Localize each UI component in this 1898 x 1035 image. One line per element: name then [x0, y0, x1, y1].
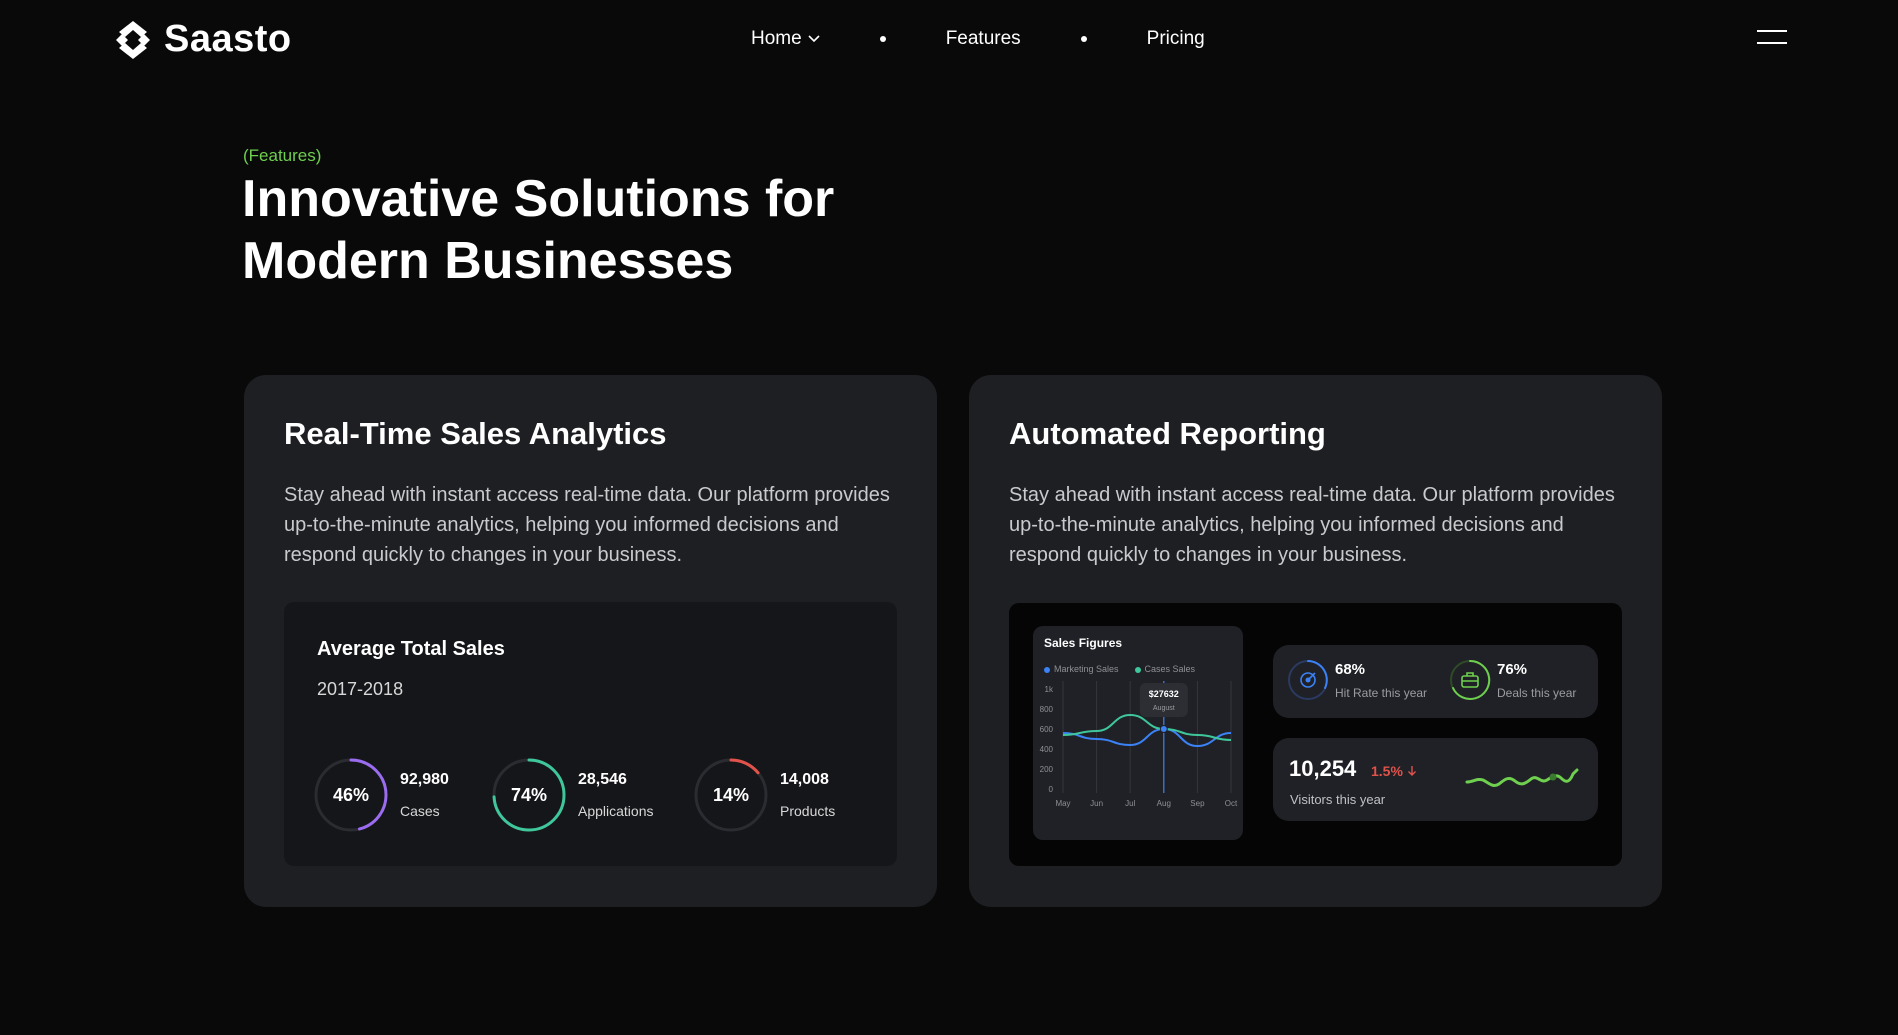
visitors-sparkline: [1465, 768, 1579, 787]
card-title: Automated Reporting: [1009, 416, 1326, 451]
x-tick-label: Aug: [1157, 799, 1171, 808]
y-tick-label: 800: [1040, 705, 1054, 714]
card-title: Real-Time Sales Analytics: [284, 416, 667, 451]
nav-pricing[interactable]: Pricing: [1147, 28, 1205, 50]
visitors-change-value: 1.5%: [1371, 763, 1403, 779]
kpi-panel: 68% Hit Rate this year 76% Deals this ye…: [1273, 645, 1598, 718]
brand-name: Saasto: [164, 18, 292, 60]
x-tick-label: Jul: [1125, 799, 1135, 808]
arrow-down-icon: [1407, 766, 1416, 776]
feature-card-automated-reporting: Automated Reporting Stay ahead with inst…: [969, 375, 1662, 907]
x-tick-label: May: [1055, 799, 1070, 808]
nav-pricing-label: Pricing: [1146, 28, 1205, 49]
y-tick-label: 600: [1040, 725, 1054, 734]
line-chart-svg: May Jun Jul Aug Sep Oct 1k 800 600 400 200 0 $27632 A…: [1040, 681, 1238, 808]
y-tick-label: 0: [1049, 785, 1054, 794]
tooltip-value: $27632: [1149, 689, 1179, 699]
chevron-down-icon: [808, 35, 820, 43]
nav-home[interactable]: Home: [751, 28, 820, 50]
visitors-panel: 10,254 1.5% Visitors this year: [1273, 738, 1598, 821]
stat-applications: 74% 28,546 Applications: [492, 758, 654, 832]
y-tick-label: 400: [1040, 745, 1054, 754]
stat-value: 28,546: [578, 771, 627, 788]
kpi-value: 68%: [1335, 660, 1366, 678]
hamburger-menu-icon[interactable]: [1757, 30, 1787, 50]
visitors-change: 1.5%: [1371, 763, 1417, 779]
visitors-value: 10,254: [1289, 756, 1357, 781]
ring-percent: 74%: [510, 784, 548, 805]
y-tick-label: 1k: [1045, 685, 1054, 694]
progress-ring: 14%: [694, 758, 768, 832]
y-tick-label: 200: [1040, 765, 1054, 774]
progress-ring: 74%: [492, 758, 566, 832]
kpi-label: Hit Rate this year: [1335, 685, 1428, 700]
top-navigation: Saasto Home Features Pricing: [0, 0, 1898, 80]
card-description: Stay ahead with instant access real-time…: [284, 484, 890, 566]
highlight-point: [1159, 725, 1168, 733]
stat-value: 92,980: [400, 771, 449, 788]
nav-features-label: Features: [945, 28, 1021, 49]
stat-cases: 46% 92,980 Cases: [314, 758, 449, 832]
briefcase-icon: [1450, 659, 1491, 700]
kpi-deals: 76% Deals this year: [1449, 659, 1576, 701]
headline-line-1: Innovative Solutions for: [242, 170, 835, 228]
stat-label: Cases: [400, 803, 440, 819]
stat-label: Applications: [578, 803, 654, 819]
widget-title: Average Total Sales: [317, 638, 505, 660]
stat-label: Products: [780, 803, 836, 819]
tooltip-month: August: [1153, 705, 1175, 712]
visitors-label: Visitors this year: [1290, 792, 1386, 807]
stat-value: 14,008: [780, 771, 829, 788]
brand-logo[interactable]: Saasto: [112, 18, 292, 61]
saasto-logo-icon: [116, 20, 150, 59]
section-eyebrow: (Features): [243, 146, 322, 165]
x-tick-label: Jun: [1090, 799, 1103, 808]
sales-figures-chart: Sales Figures Marketing Sales Cases Sale…: [1033, 626, 1243, 840]
hamburger-line: [1757, 30, 1787, 32]
feature-card-sales-analytics: Real-Time Sales Analytics Stay ahead wit…: [244, 375, 937, 907]
nav-home-label: Home: [751, 28, 802, 49]
headline-line-2: Modern Businesses: [242, 232, 734, 290]
card-description: Stay ahead with instant access real-time…: [1009, 484, 1615, 566]
average-sales-widget: Average Total Sales 2017-2018 46% 92,980…: [284, 602, 897, 866]
widget-subtitle: 2017-2018: [317, 679, 404, 699]
stat-products: 14% 14,008 Products: [694, 758, 835, 832]
nav-separator: [879, 36, 886, 42]
kpi-value: 76%: [1497, 660, 1528, 678]
target-icon: [1288, 660, 1328, 700]
x-tick-label: Sep: [1190, 799, 1205, 808]
main-menu: Home Features Pricing: [751, 28, 1205, 50]
reporting-dashboard-preview: Sales Figures Marketing Sales Cases Sale…: [1009, 603, 1622, 866]
kpi-hit-rate: 68% Hit Rate this year: [1287, 659, 1427, 701]
nav-separator: [1080, 36, 1087, 42]
hamburger-line: [1757, 42, 1787, 44]
kpi-label: Deals this year: [1497, 685, 1577, 700]
nav-features[interactable]: Features: [946, 28, 1021, 50]
ring-percent: 14%: [712, 784, 750, 805]
section-headline: Innovative Solutions for Modern Business…: [242, 168, 942, 292]
ring-percent: 46%: [332, 784, 370, 805]
progress-ring: 46%: [314, 758, 388, 832]
x-tick-label: Oct: [1225, 799, 1238, 808]
